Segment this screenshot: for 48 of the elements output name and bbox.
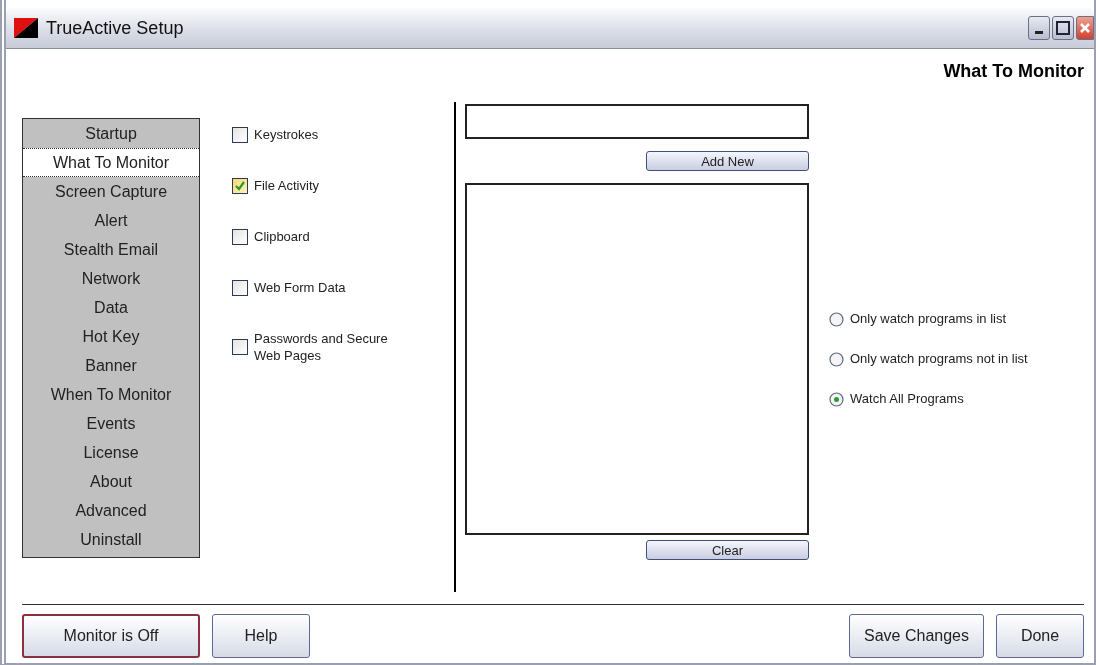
save-changes-button[interactable]: Save Changes [849,614,984,658]
page-heading: What To Monitor [943,61,1084,82]
maximize-icon [1056,21,1070,35]
checkbox[interactable] [232,339,248,355]
checkbox-label: Web Form Data [254,279,347,296]
close-button[interactable] [1076,16,1094,40]
checkbox[interactable] [232,279,248,296]
checkbox[interactable] [232,228,248,245]
sidebar-item[interactable]: Screen Capture [23,177,199,206]
sidebar-item[interactable]: About [23,467,199,496]
clear-button[interactable]: Clear [646,540,809,560]
checkbox-label: Clipboard [254,228,311,245]
close-icon [1079,22,1091,34]
sidebar-item[interactable]: Data [23,293,199,322]
sidebar-item[interactable]: Stealth Email [23,235,199,264]
sidebar-item[interactable]: Events [23,409,199,438]
help-button[interactable]: Help [212,614,310,658]
monitor-toggle-button[interactable]: Monitor is Off [22,614,200,658]
sidebar-item[interactable]: Hot Key [23,322,199,351]
sidebar-item[interactable]: Banner [23,351,199,380]
sidebar-item[interactable]: When To Monitor [23,380,199,409]
app-logo-icon [14,18,38,38]
radio-label: Only watch programs in list [850,310,1008,328]
sidebar-item[interactable]: License [23,438,199,467]
sidebar-item[interactable]: Startup [23,119,199,148]
program-list[interactable] [465,183,809,535]
radio-label: Watch All Programs [850,390,965,408]
program-input-field[interactable] [465,104,809,139]
checkbox[interactable] [232,126,248,143]
radio-label: Only watch programs not in list [850,350,1029,368]
sidebar-item[interactable]: Uninstall [23,525,199,554]
sidebar-item[interactable]: What To Monitor [23,148,199,177]
sidebar-item[interactable]: Advanced [23,496,199,525]
minimize-button[interactable] [1028,16,1050,40]
checkbox-label: File Activity [254,177,320,194]
sidebar-item[interactable]: Network [23,264,199,293]
maximize-button[interactable] [1052,16,1074,40]
checkbox[interactable] [232,177,248,194]
radio-button[interactable] [829,311,844,327]
checkbox-label: Passwords and Secure Web Pages [254,330,389,364]
minimize-icon [1035,30,1043,34]
sidebar-item[interactable]: Alert [23,206,199,235]
radio-button[interactable] [829,391,844,407]
window-title: TrueActive Setup [46,17,185,39]
done-button[interactable]: Done [996,614,1084,658]
checkbox-label: Keystrokes [254,126,320,143]
add-new-button[interactable]: Add New [646,151,809,171]
radio-button[interactable] [829,351,844,367]
